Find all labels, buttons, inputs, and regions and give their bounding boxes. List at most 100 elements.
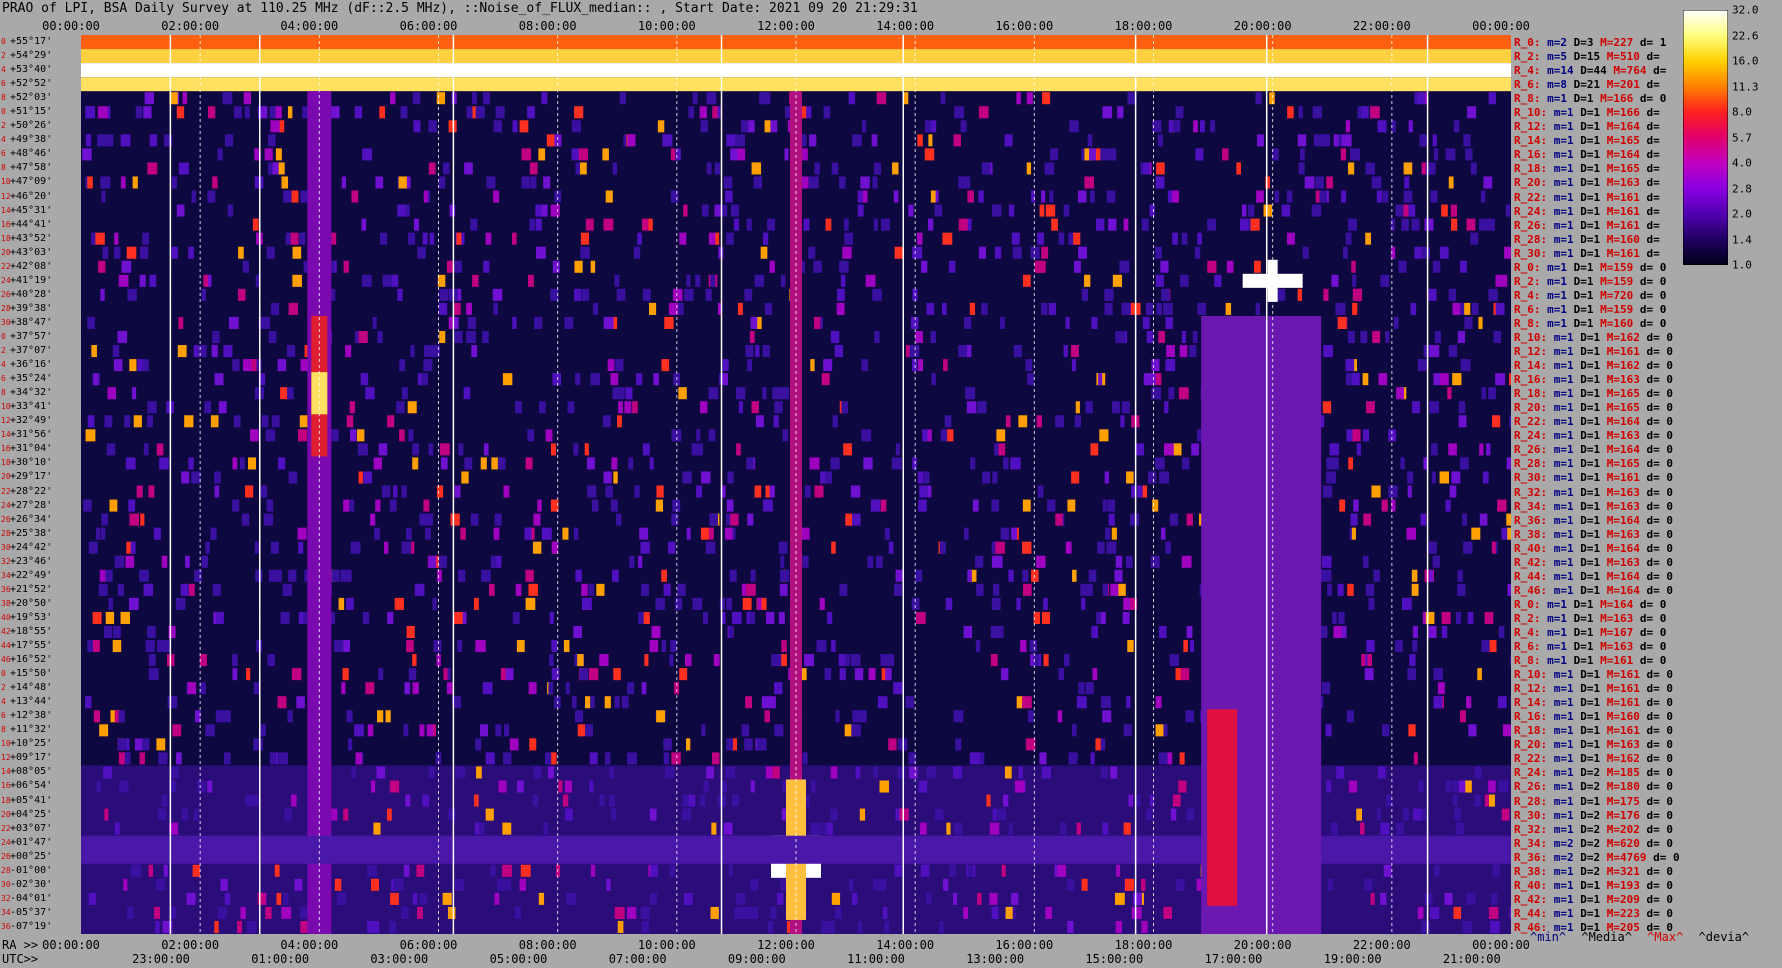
- noise-pixel: [626, 906, 637, 919]
- noise-pixel: [345, 345, 352, 358]
- noise-pixel: [1097, 541, 1105, 554]
- noise-pixel: [934, 204, 943, 217]
- noise-pixel: [1337, 316, 1347, 329]
- dec-tick-label: +15°50': [10, 668, 53, 680]
- noise-pixel: [1179, 345, 1188, 358]
- noise-pixel: [265, 906, 272, 919]
- noise-pixel: [344, 569, 352, 582]
- noise-pixel: [857, 190, 863, 203]
- beam-stat-field: m=1: [1547, 878, 1574, 892]
- noise-pixel: [188, 583, 195, 596]
- beam-stat-field: m=1: [1547, 120, 1574, 134]
- noise-pixel: [1086, 583, 1093, 596]
- legend-max: ^Max^: [1647, 930, 1684, 944]
- noise-pixel: [1114, 892, 1125, 905]
- noise-pixel: [614, 696, 620, 709]
- noise-pixel: [176, 204, 185, 217]
- dec-tick-label: +49°38': [10, 134, 53, 146]
- noise-pixel: [705, 541, 716, 554]
- noise-pixel: [1363, 513, 1372, 526]
- noise-pixel: [952, 892, 958, 905]
- noise-pixel: [780, 274, 786, 287]
- noise-pixel: [483, 92, 491, 105]
- beam-stat-field: R_24:: [1514, 766, 1548, 780]
- noise-pixel: [1395, 640, 1403, 653]
- noise-pixel: [1433, 696, 1443, 709]
- noise-pixel: [1102, 106, 1113, 119]
- beam-stat-field: R_2:: [1514, 274, 1541, 288]
- noise-pixel: [382, 274, 392, 287]
- beam-stat-field: M=720: [1593, 288, 1634, 302]
- noise-pixel: [753, 176, 763, 189]
- noise-pixel: [260, 316, 270, 329]
- noise-pixel: [1016, 92, 1021, 105]
- dec-tick-label: +43°52': [10, 232, 53, 244]
- noise-pixel: [147, 625, 156, 639]
- noise-pixel: [1351, 527, 1356, 540]
- noise-pixel: [746, 218, 752, 231]
- noise-pixel: [725, 766, 736, 779]
- noise-pixel: [1075, 401, 1080, 414]
- noise-pixel: [1479, 513, 1488, 526]
- beam-stat-field: R_28:: [1514, 232, 1548, 246]
- noise-pixel: [953, 766, 962, 779]
- noise-pixel: [505, 752, 511, 765]
- noise-pixel: [610, 373, 619, 386]
- noise-pixel: [425, 527, 431, 540]
- noise-pixel: [1092, 668, 1098, 681]
- beam-stat-field: D=2: [1573, 808, 1601, 822]
- noise-pixel: [280, 611, 290, 624]
- noise-pixel: [176, 106, 185, 119]
- noise-pixel: [358, 471, 363, 484]
- noise-pixel: [119, 780, 129, 793]
- noise-pixel: [727, 471, 734, 484]
- beam-stat-field: D=1: [1573, 738, 1601, 752]
- noise-pixel: [512, 316, 517, 329]
- noise-pixel: [814, 162, 820, 175]
- noise-pixel: [457, 330, 463, 344]
- dec-tick-label: +37°57': [10, 330, 53, 342]
- beam-stat-field: M=201: [1600, 78, 1640, 92]
- beam-stat-field: M=163: [1600, 527, 1640, 541]
- beam-stat-field: R_32:: [1514, 822, 1548, 836]
- beam-stat-field: D=1: [1573, 218, 1601, 232]
- noise-pixel: [148, 668, 159, 681]
- noise-pixel: [1323, 345, 1333, 358]
- noise-pixel: [1044, 162, 1055, 175]
- noise-pixel: [614, 274, 620, 287]
- noise-pixel: [809, 134, 817, 147]
- noise-pixel: [334, 878, 342, 891]
- noise-pixel: [723, 176, 733, 189]
- noise-pixel: [361, 218, 367, 231]
- noise-pixel: [839, 176, 846, 189]
- beam-stat-field: m=1: [1547, 373, 1574, 387]
- beam-stat-field: D=1: [1573, 429, 1601, 443]
- noise-pixel: [439, 288, 449, 301]
- noise-pixel: [835, 710, 840, 723]
- noise-pixel: [300, 920, 309, 933]
- beam-stat-field: R_46:: [1514, 583, 1548, 597]
- noise-pixel: [87, 176, 93, 189]
- noise-pixel: [762, 345, 770, 358]
- top-ra-tick: 00:00:00: [1472, 19, 1530, 33]
- noise-pixel: [155, 878, 165, 891]
- heatmap-svg: [81, 35, 1511, 934]
- noise-pixel: [1323, 288, 1329, 301]
- noise-pixel: [1263, 204, 1273, 217]
- noise-pixel: [781, 640, 787, 653]
- chart-title: PRAO of LPI, BSA Daily Survey at 110.25 …: [2, 1, 918, 16]
- noise-pixel: [593, 302, 599, 315]
- beam-stat-field: m=8: [1540, 78, 1567, 92]
- noise-pixel: [780, 878, 787, 891]
- noise-pixel: [397, 204, 406, 217]
- noise-pixel: [575, 162, 580, 175]
- beam-stat-field: d= 0: [1639, 569, 1673, 583]
- noise-pixel: [1395, 822, 1404, 835]
- beam-stat-row: R_2: m=1 D=1 M=159 d= 0: [1514, 276, 1666, 287]
- noise-pixel: [252, 218, 259, 231]
- noise-pixel: [1145, 302, 1154, 315]
- noise-pixel: [653, 373, 659, 386]
- noise-pixel: [564, 316, 574, 329]
- noise-pixel: [839, 583, 848, 596]
- noise-pixel: [419, 724, 425, 737]
